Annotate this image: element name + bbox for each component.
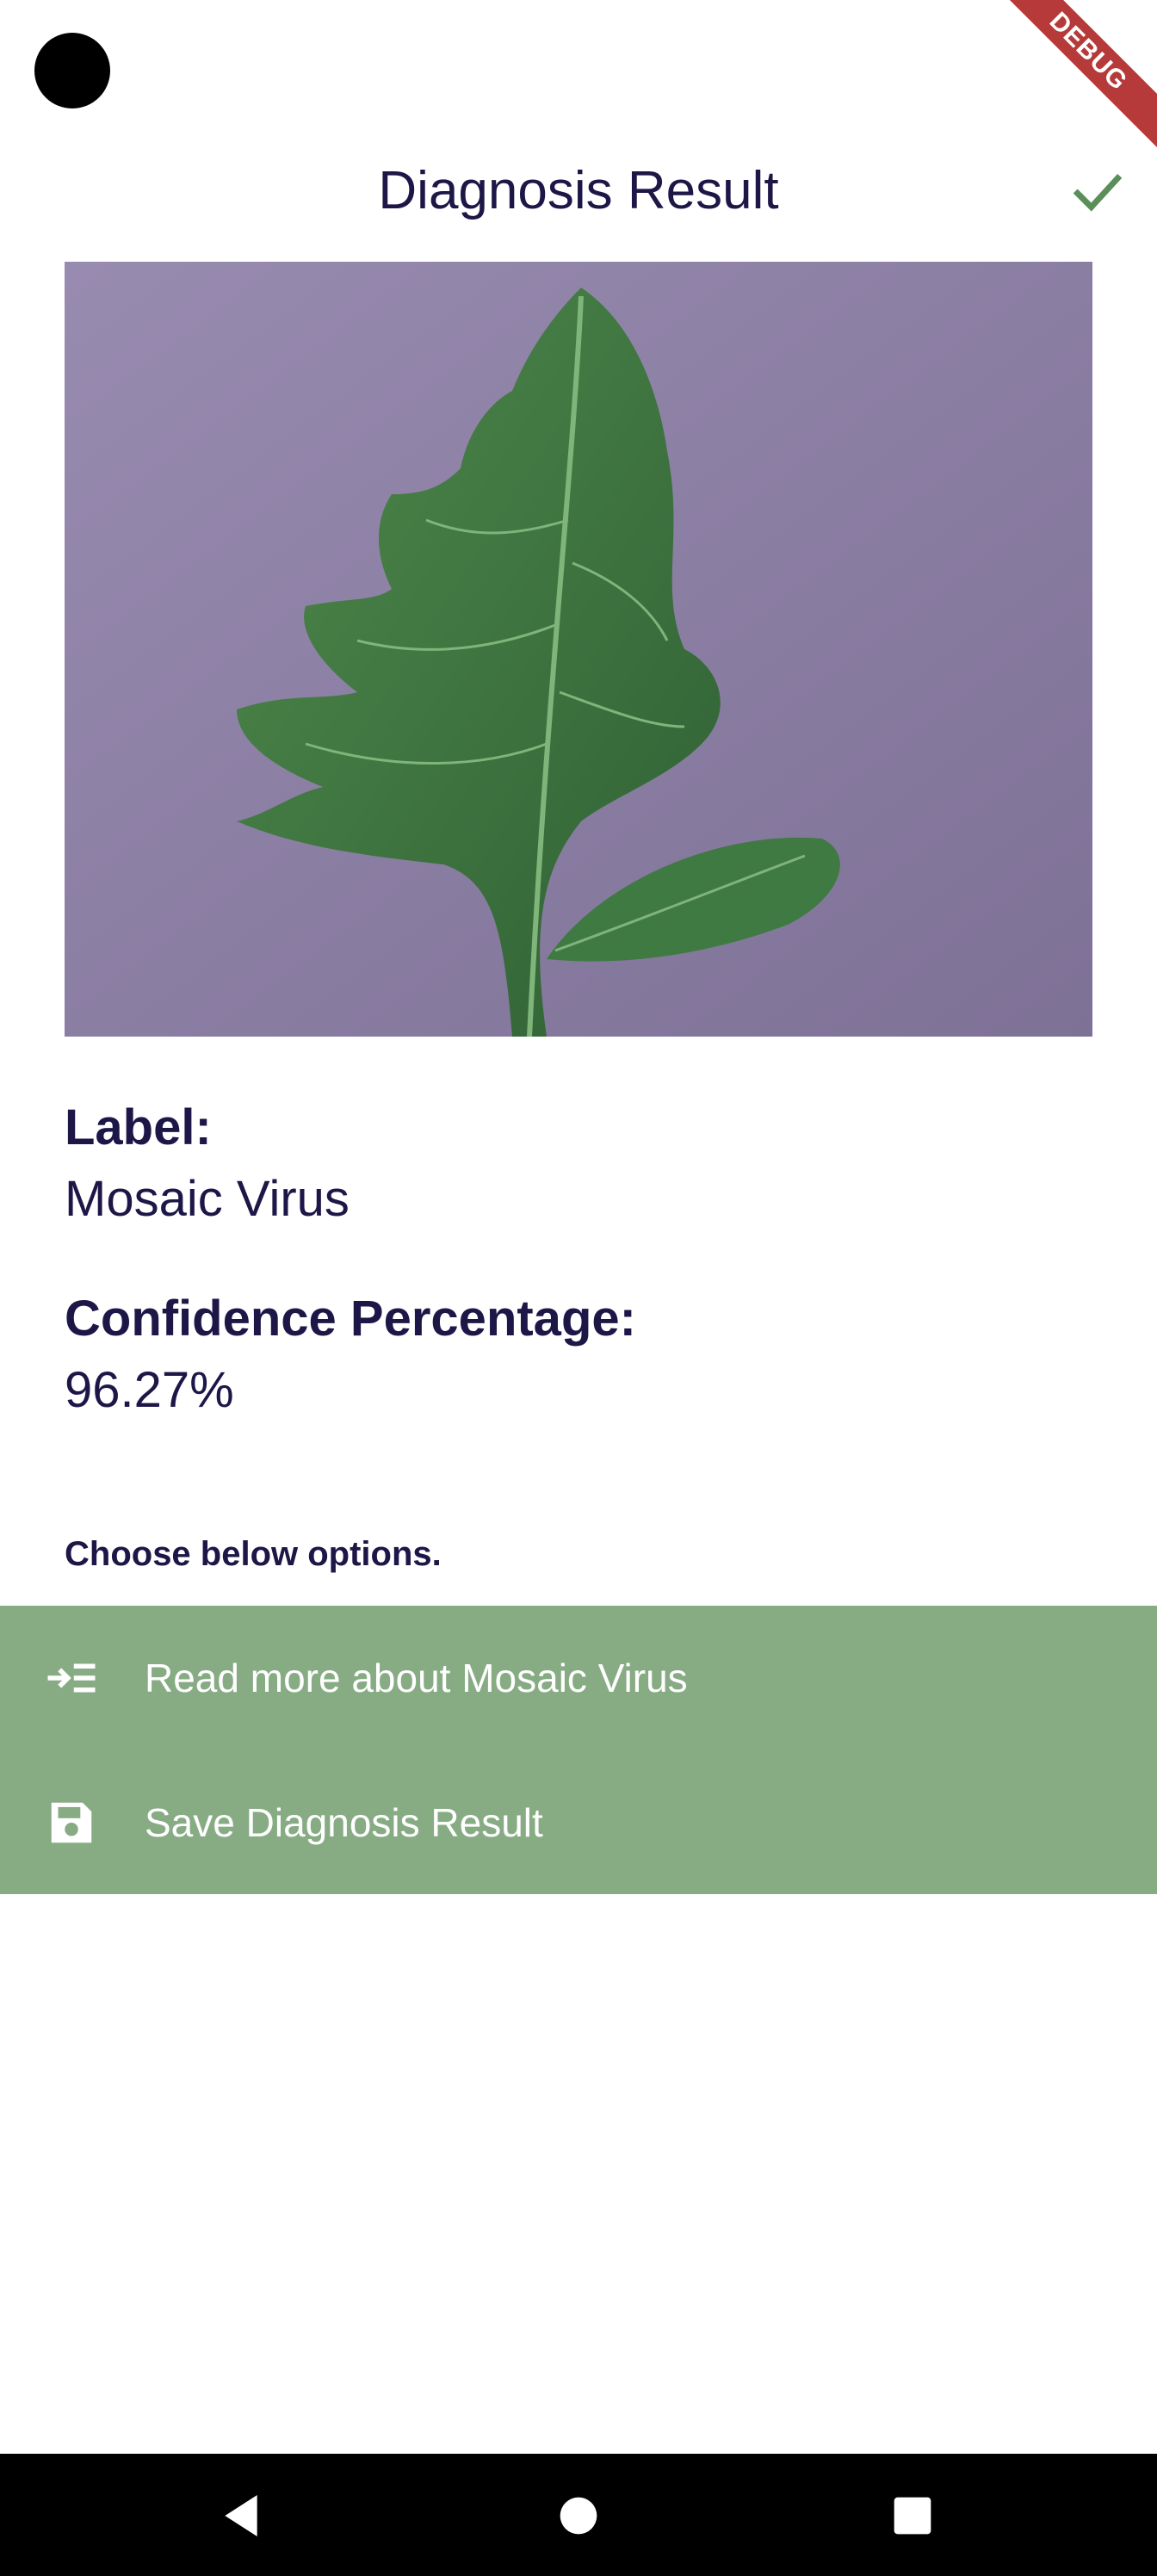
read-more-label: Read more about Mosaic Virus <box>145 1656 688 1700</box>
read-more-icon <box>41 1648 102 1708</box>
save-result-option[interactable]: Save Diagnosis Result <box>0 1750 1157 1895</box>
label-value: Mosaic Virus <box>65 1171 350 1227</box>
read-more-option[interactable]: Read more about Mosaic Virus <box>0 1606 1157 1750</box>
diagnosis-details: Label: Mosaic Virus Confidence Percentag… <box>65 1093 1092 1427</box>
back-button[interactable] <box>213 2488 269 2543</box>
camera-cutout <box>34 33 110 108</box>
navigation-bar <box>0 2454 1157 2576</box>
app-bar: Diagnosis Result <box>0 146 1157 236</box>
options-panel: Read more about Mosaic Virus Save Diagno… <box>0 1606 1157 1894</box>
options-intro: Choose below options. <box>65 1535 442 1573</box>
save-result-label: Save Diagnosis Result <box>145 1800 543 1845</box>
recent-apps-button[interactable] <box>885 2488 940 2543</box>
page-title: Diagnosis Result <box>378 161 779 220</box>
recent-apps-icon <box>894 2497 931 2535</box>
check-icon <box>1073 174 1123 212</box>
confidence-value: 96.27% <box>65 1362 234 1418</box>
confirm-button[interactable] <box>1067 162 1128 222</box>
status-bar: DEBUG <box>0 0 1157 181</box>
leaf-image <box>65 262 1092 1037</box>
home-button[interactable] <box>551 2488 606 2543</box>
home-icon <box>560 2497 597 2535</box>
back-icon <box>225 2495 257 2536</box>
label-heading: Label: <box>65 1099 212 1155</box>
diagnosis-result-screen: DEBUG Diagnosis Result Label: Mosaic Vir… <box>0 0 1157 2576</box>
confidence-heading: Confidence Percentage: <box>65 1291 636 1347</box>
save-icon <box>41 1793 102 1853</box>
